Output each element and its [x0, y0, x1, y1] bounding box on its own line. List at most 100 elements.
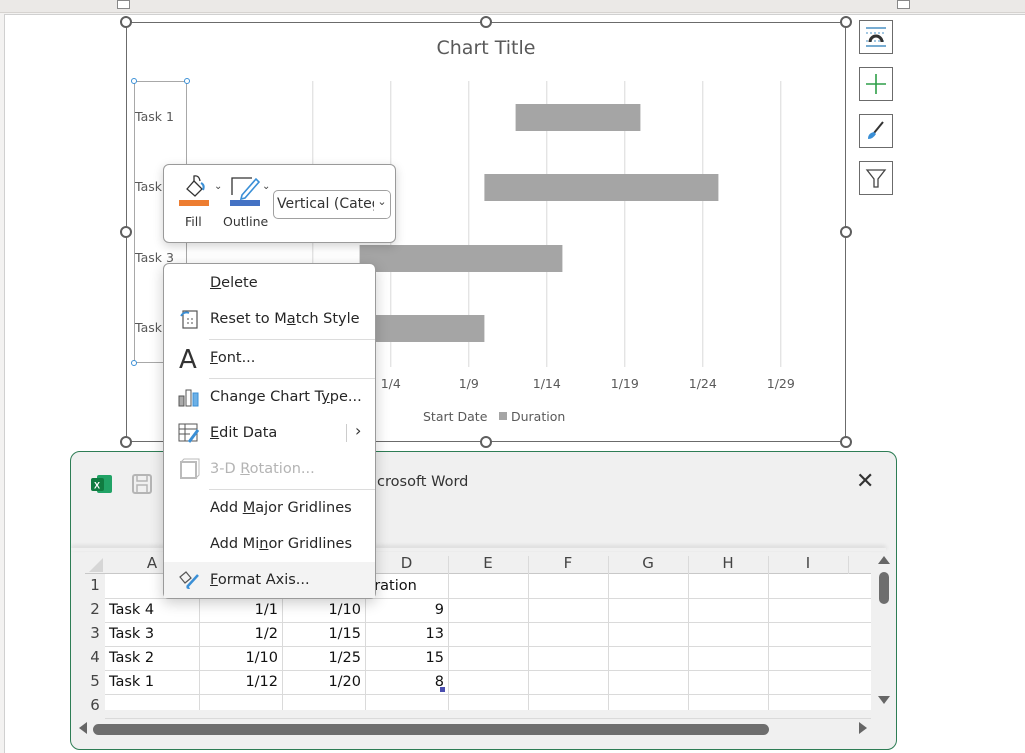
row-header[interactable]: 1 [85, 576, 105, 600]
cell[interactable]: 1/15 [282, 622, 365, 646]
menu-item-edit-data[interactable]: Edit Data › [164, 415, 375, 451]
cell[interactable]: 1/10 [199, 646, 282, 670]
paintbrush-icon [868, 121, 884, 139]
grid-line [768, 556, 769, 710]
scroll-right-button[interactable] [859, 722, 867, 734]
menu-item-change-chart-type[interactable]: Change Chart Type... [164, 379, 375, 415]
menu-item-add-major-gridlines[interactable]: Add Major Gridlines [164, 490, 375, 526]
column-header[interactable]: F [528, 552, 608, 574]
column-header[interactable]: H [688, 552, 768, 574]
close-button[interactable]: ✕ [856, 469, 874, 494]
grid-line [105, 718, 871, 719]
resize-handle[interactable] [840, 436, 852, 448]
resize-handle[interactable] [840, 226, 852, 238]
chevron-down-icon[interactable]: ⌄ [262, 181, 270, 192]
ruler-marker[interactable] [897, 0, 910, 9]
resize-handle[interactable] [480, 436, 492, 448]
row-header[interactable]: 5 [85, 672, 105, 696]
selection-handle[interactable] [184, 78, 190, 84]
menu-item-add-minor-gridlines[interactable]: Add Minor Gridlines [164, 526, 375, 562]
chart-element-dropdown[interactable]: Vertical (Categ ⌄ [273, 190, 391, 219]
column-header[interactable]: I [768, 552, 848, 574]
resize-handle[interactable] [120, 436, 132, 448]
cell[interactable]: 1/1 [199, 598, 282, 622]
chart-styles-button[interactable] [859, 114, 893, 148]
legend-entry-start-date[interactable]: Start Date [423, 409, 488, 424]
cell[interactable]: Task 2 [105, 646, 199, 670]
duration-bar[interactable] [515, 104, 641, 131]
select-all-corner[interactable] [89, 558, 103, 572]
cell[interactable]: 9 [365, 598, 448, 622]
menu-item-delete[interactable]: Delete [164, 265, 375, 301]
chevron-down-icon[interactable]: ⌄ [214, 181, 222, 192]
chart-elements-button[interactable] [859, 67, 893, 101]
scroll-down-button[interactable] [878, 696, 890, 704]
legend-entry-duration[interactable]: Duration [511, 409, 565, 424]
layout-options-button[interactable] [859, 20, 893, 54]
grid-line [608, 556, 609, 710]
menu-item-reset-to-match-style[interactable]: Reset to Match Style [164, 301, 375, 337]
column-header[interactable]: G [608, 552, 688, 574]
chevron-down-icon: ⌄ [374, 191, 390, 218]
menu-item-label: Change Chart Type... [210, 389, 362, 405]
scroll-left-button[interactable] [79, 722, 87, 734]
fill-button[interactable]: ⌄ Fill [174, 171, 224, 237]
grid-line [528, 556, 529, 710]
horizontal-scrollbar-thumb[interactable] [93, 724, 769, 735]
resize-handle[interactable] [840, 16, 852, 28]
resize-handle[interactable] [120, 226, 132, 238]
resize-handle[interactable] [120, 16, 132, 28]
row-header[interactable]: 4 [85, 648, 105, 672]
svg-text:A: A [179, 345, 197, 371]
menu-item-3-d-rotation[interactable]: 3-D Rotation... [164, 451, 375, 487]
vertical-scrollbar-thumb[interactable] [879, 572, 889, 604]
outline-button[interactable]: ⌄ Outline [223, 171, 276, 237]
menu-item-format-axis[interactable]: Format Axis... [164, 562, 375, 598]
cell[interactable]: 1/25 [282, 646, 365, 670]
cell[interactable]: 1/20 [282, 670, 365, 694]
cell[interactable]: Task 4 [105, 598, 199, 622]
layout-options-icon [866, 27, 886, 47]
context-menu: Delete Reset to Match Style A Font... Change… [163, 263, 376, 599]
row-header[interactable]: 2 [85, 600, 105, 624]
x-tick-label: 1/24 [689, 376, 717, 391]
ruler-marker[interactable] [117, 0, 130, 9]
mini-toolbar: ⌄ Fill ⌄ Outline Vertical (Categ ⌄ [163, 164, 396, 243]
filter-icon [865, 169, 887, 188]
menu-item-font[interactable]: A Font... [164, 340, 375, 376]
x-tick-label: 1/29 [767, 376, 795, 391]
column-header[interactable]: D [365, 552, 448, 574]
cell[interactable]: 1/2 [199, 622, 282, 646]
resize-handle[interactable] [480, 16, 492, 28]
chart-type-icon [178, 386, 200, 408]
legend-swatch [499, 412, 507, 420]
category-label: Task 1 [135, 109, 174, 124]
menu-separator [209, 339, 375, 340]
column-header[interactable]: E [448, 552, 528, 574]
reset-style-icon [178, 308, 200, 330]
x-tick-label: 1/4 [381, 376, 401, 391]
row-header[interactable]: 6 [85, 696, 105, 720]
cell[interactable]: 13 [365, 622, 448, 646]
chart-filters-button[interactable] [859, 161, 893, 195]
menu-item-label: Add Major Gridlines [210, 500, 352, 516]
range-resize-handle[interactable] [440, 687, 445, 692]
cell[interactable]: 1/12 [199, 670, 282, 694]
cell[interactable]: 15 [365, 646, 448, 670]
menu-item-label: Format Axis... [210, 572, 310, 588]
duration-bar[interactable] [484, 174, 719, 201]
svg-text:X: X [94, 481, 100, 491]
cell[interactable]: 8 [365, 670, 448, 694]
duration-bar[interactable] [359, 245, 563, 272]
cell[interactable]: Task 3 [105, 622, 199, 646]
cell[interactable]: uration [365, 574, 448, 598]
row-header[interactable]: 3 [85, 624, 105, 648]
selection-handle[interactable] [131, 78, 137, 84]
window-title: icrosoft Word [373, 474, 469, 490]
cell[interactable]: 1/10 [282, 598, 365, 622]
menu-item-label: Add Minor Gridlines [210, 536, 353, 552]
selection-handle[interactable] [131, 360, 137, 366]
save-icon[interactable] [131, 473, 153, 495]
scroll-up-button[interactable] [878, 556, 890, 564]
cell[interactable]: Task 1 [105, 670, 199, 694]
